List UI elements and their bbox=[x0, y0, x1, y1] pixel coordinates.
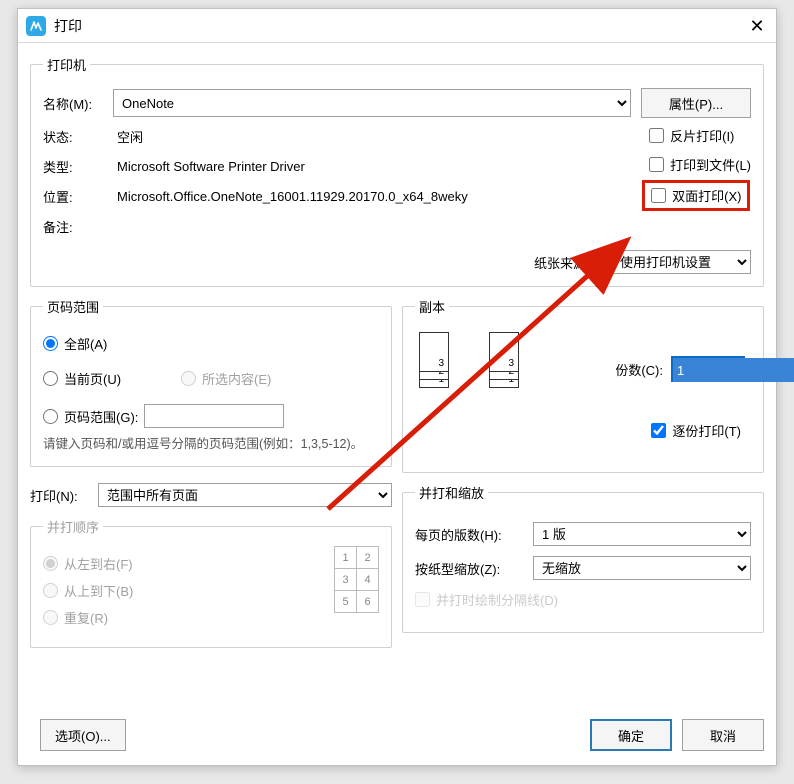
printer-name-select[interactable]: OneNote bbox=[113, 89, 631, 117]
window-title: 打印 bbox=[54, 16, 82, 36]
duplex-print-checkbox[interactable]: 双面打印(X) bbox=[642, 180, 750, 211]
app-icon bbox=[26, 16, 46, 36]
copies-group-label: 副本 bbox=[415, 297, 449, 316]
options-button[interactable]: 选项(O)... bbox=[40, 719, 126, 751]
ok-button[interactable]: 确定 bbox=[590, 719, 672, 751]
where-label: 位置: bbox=[43, 187, 117, 206]
printer-name-label: 名称(M): bbox=[43, 94, 103, 113]
printer-group: 打印机 名称(M): OneNote 属性(P)... 状态: 空闲 反片打印(… bbox=[30, 55, 764, 287]
order-repeat-radio: 重复(R) bbox=[43, 608, 324, 627]
scale-select[interactable]: 无缩放 bbox=[533, 556, 751, 580]
print-what-label: 打印(N): bbox=[30, 486, 90, 505]
draw-lines-checkbox: 并打时绘制分隔线(D) bbox=[415, 590, 751, 609]
type-label: 类型: bbox=[43, 157, 117, 176]
reverse-print-checkbox[interactable]: 反片打印(I) bbox=[649, 126, 734, 145]
properties-button[interactable]: 属性(P)... bbox=[641, 88, 751, 118]
paper-source-label: 纸张来源(S): bbox=[534, 253, 607, 272]
zoom-group: 并打和缩放 每页的版数(H): 1 版 按纸型缩放(Z): 无缩放 bbox=[402, 483, 764, 633]
range-pages-radio[interactable]: 页码范围(G): bbox=[43, 404, 379, 428]
order-lr-radio: 从左到右(F) bbox=[43, 554, 324, 573]
cancel-button[interactable]: 取消 bbox=[682, 719, 764, 751]
page-range-group: 页码范围 全部(A) 当前页(U) 所选内容(E) 页码范围(G): bbox=[30, 297, 392, 467]
range-selection-radio: 所选内容(E) bbox=[181, 369, 271, 388]
per-sheet-select[interactable]: 1 版 bbox=[533, 522, 751, 546]
range-current-radio[interactable]: 当前页(U) bbox=[43, 369, 121, 388]
order-diagram: 12 34 56 bbox=[334, 546, 379, 613]
order-group: 并打顺序 12 34 56 从左到右(F) 从上到下(B) 重复(R) bbox=[30, 517, 392, 648]
printer-group-label: 打印机 bbox=[43, 55, 90, 74]
order-group-label: 并打顺序 bbox=[43, 517, 103, 536]
copies-input[interactable]: ▲ ▼ bbox=[671, 356, 745, 382]
paper-source-select[interactable]: 使用打印机设置 bbox=[611, 250, 751, 274]
page-range-group-label: 页码范围 bbox=[43, 297, 103, 316]
copies-group: 副本 1 2 3 1 2 3 bbox=[402, 297, 764, 473]
comment-label: 备注: bbox=[43, 217, 117, 236]
per-sheet-label: 每页的版数(H): bbox=[415, 525, 525, 544]
print-what-select[interactable]: 范围中所有页面 bbox=[98, 483, 392, 507]
status-label: 状态: bbox=[43, 127, 117, 146]
type-value: Microsoft Software Printer Driver bbox=[117, 159, 591, 174]
status-value: 空闲 bbox=[117, 127, 591, 146]
page-range-hint: 请键入页码和/或用逗号分隔的页码范围(例如：1,3,5-12)。 bbox=[43, 436, 379, 454]
collate-checkbox[interactable]: 逐份打印(T) bbox=[651, 421, 741, 440]
range-all-radio[interactable]: 全部(A) bbox=[43, 334, 379, 353]
titlebar: 打印 ✕ bbox=[18, 9, 776, 43]
close-button[interactable]: ✕ bbox=[744, 13, 770, 39]
copies-label: 份数(C): bbox=[615, 360, 663, 379]
order-tb-radio: 从上到下(B) bbox=[43, 581, 324, 600]
zoom-group-label: 并打和缩放 bbox=[415, 483, 488, 502]
page-range-input[interactable] bbox=[144, 404, 284, 428]
scale-label: 按纸型缩放(Z): bbox=[415, 559, 525, 578]
print-to-file-checkbox[interactable]: 打印到文件(L) bbox=[649, 155, 751, 174]
where-value: Microsoft.Office.OneNote_16001.11929.201… bbox=[117, 189, 591, 204]
